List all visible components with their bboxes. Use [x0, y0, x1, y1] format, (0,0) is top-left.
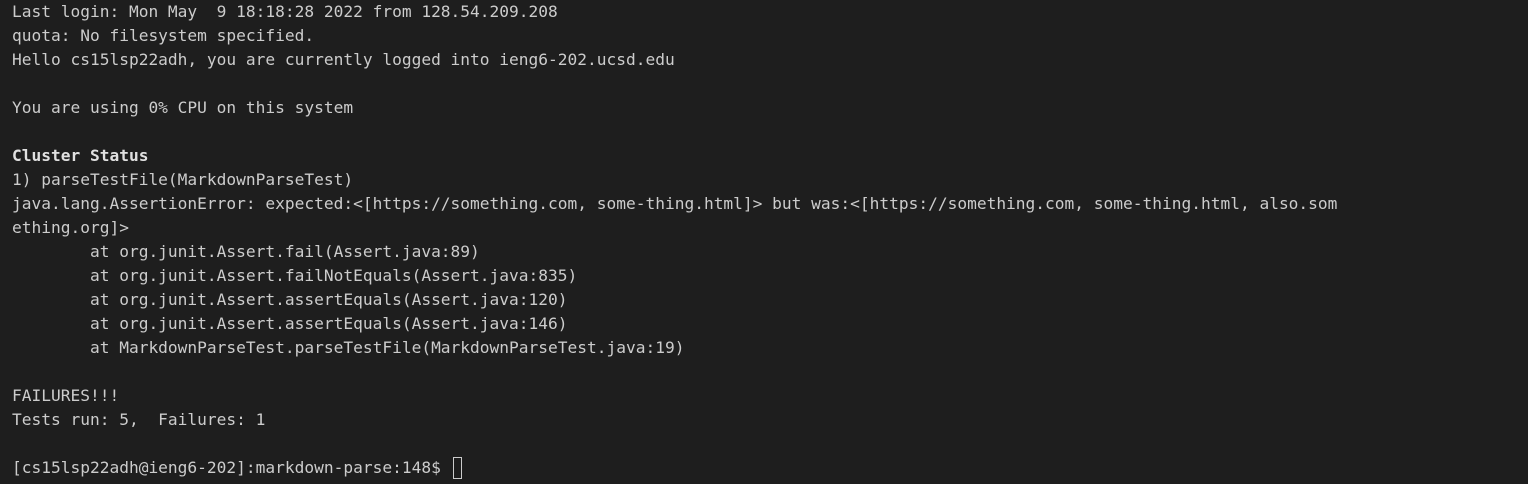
last-login-line: Last login: Mon May 9 18:18:28 2022 from… — [12, 2, 558, 21]
quota-line: quota: No filesystem specified. — [12, 26, 315, 45]
shell-prompt: [cs15lsp22adh@ieng6-202]:markdown-parse:… — [12, 458, 451, 477]
terminal-window[interactable]: Last login: Mon May 9 18:18:28 2022 from… — [0, 0, 1528, 484]
test-failure-title: 1) parseTestFile(MarkdownParseTest) — [12, 170, 354, 189]
cluster-status-heading: Cluster Status — [12, 146, 149, 165]
text-cursor[interactable] — [452, 457, 462, 479]
hello-line: Hello cs15lsp22adh, you are currently lo… — [12, 50, 675, 69]
cpu-usage-line: You are using 0% CPU on this system — [12, 98, 354, 117]
stack-trace-line: at org.junit.Assert.assertEquals(Assert.… — [12, 290, 568, 309]
stack-trace-line: at org.junit.Assert.fail(Assert.java:89) — [12, 242, 480, 261]
stack-trace-line: at org.junit.Assert.failNotEquals(Assert… — [12, 266, 578, 285]
failures-line: FAILURES!!! — [12, 386, 120, 405]
stack-trace-line: at org.junit.Assert.assertEquals(Assert.… — [12, 314, 568, 333]
assertion-error-line: java.lang.AssertionError: expected:<[htt… — [12, 194, 1338, 213]
tests-run-summary: Tests run: 5, Failures: 1 — [12, 410, 266, 429]
assertion-error-continuation: ething.org]> — [12, 218, 129, 237]
stack-trace-line: at MarkdownParseTest.parseTestFile(Markd… — [12, 338, 685, 357]
command-prompt-line[interactable]: [cs15lsp22adh@ieng6-202]:markdown-parse:… — [12, 456, 1528, 480]
